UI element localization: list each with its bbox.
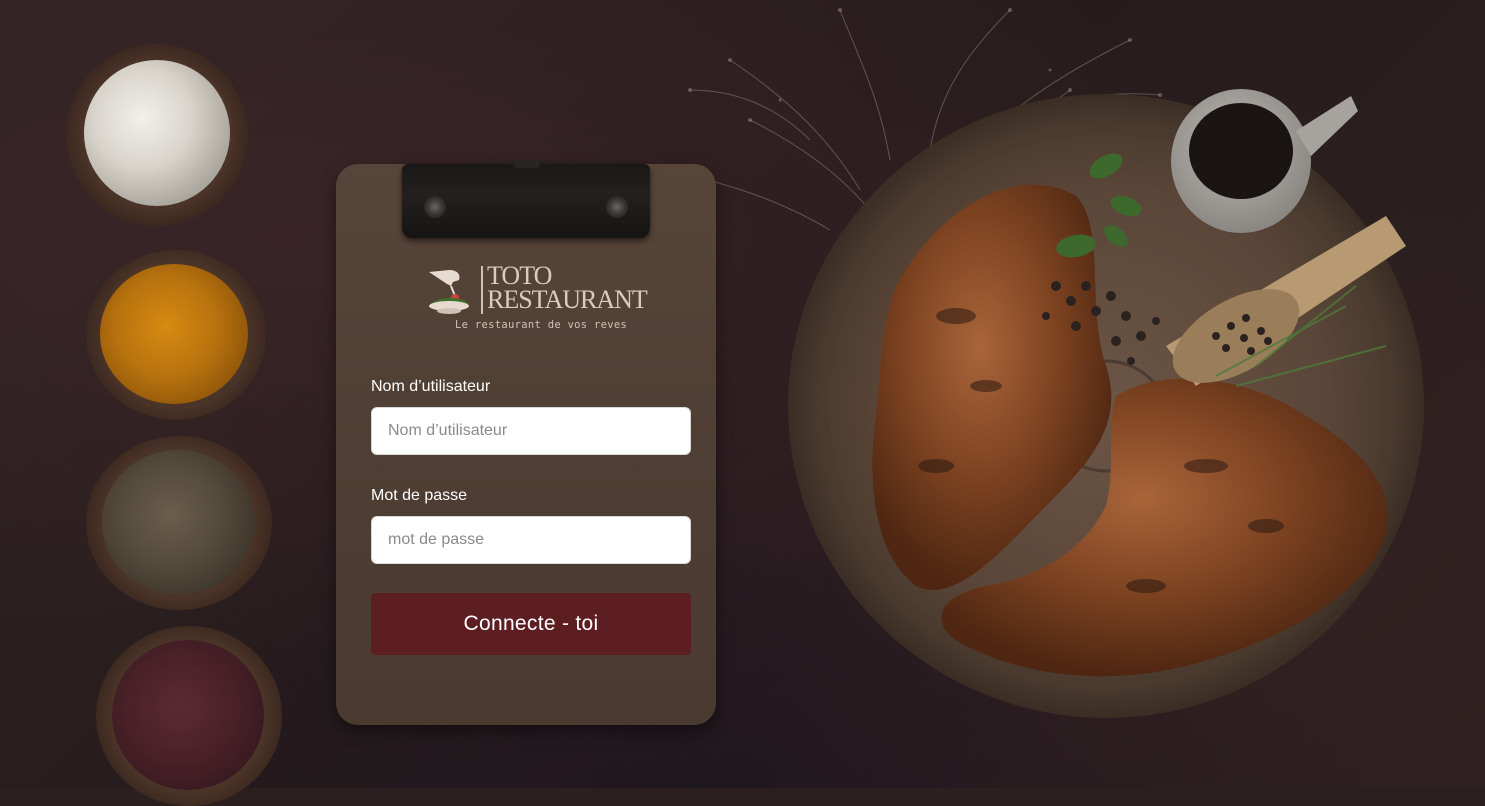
logo-title-line2: RESTAURANT xyxy=(487,285,648,314)
logo-divider xyxy=(481,266,483,314)
logo-tagline: Le restaurant de vos reves xyxy=(455,319,628,331)
turmeric-bowl xyxy=(86,250,266,420)
roast-chicken-board-image xyxy=(788,89,1424,718)
restaurant-logo: TOTO RESTAURANT Le restaurant de vos rev… xyxy=(427,263,648,336)
pepper-powder-bowl xyxy=(86,436,272,610)
chef-hand-plate-icon xyxy=(429,270,469,314)
password-input[interactable] xyxy=(371,516,691,564)
username-label: Nom d’utilisateur xyxy=(371,378,491,395)
login-submit-button[interactable]: Connecte - toi xyxy=(371,593,691,655)
sumac-bowl xyxy=(96,626,282,806)
password-label: Mot de passe xyxy=(371,487,468,504)
clipboard-clip xyxy=(402,160,650,238)
username-input[interactable] xyxy=(371,407,691,455)
salt-bowl xyxy=(66,44,248,226)
